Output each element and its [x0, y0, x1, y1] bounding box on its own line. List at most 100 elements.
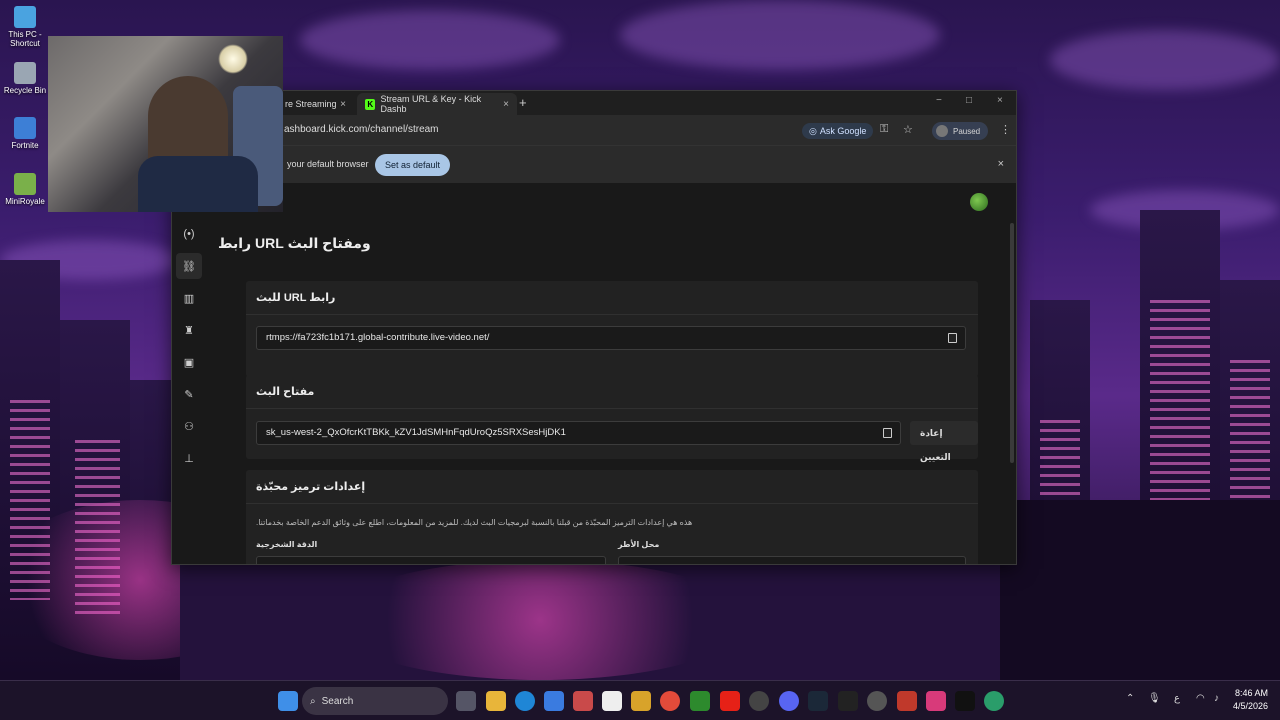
desktop-icon-label: Fortnite — [11, 141, 39, 150]
google-lens-icon: ◎ — [809, 125, 817, 136]
achievements-trophy-icon[interactable]: ♜ — [176, 317, 202, 343]
clock-time: 8:46 AM — [1234, 688, 1268, 698]
xbox-icon[interactable] — [602, 691, 622, 711]
paused-label: Paused — [953, 126, 981, 136]
ask-google-label: Ask Google — [819, 126, 867, 136]
taskbar: ⌕ Search ⌃ 🎙 ع ◠ ♪ 8:46 AM 4/5/2026 — [0, 680, 1280, 720]
microphone-icon[interactable]: 🎙 — [1148, 693, 1161, 704]
volume-icon[interactable]: ♪ — [1214, 693, 1219, 704]
desktop-icon-label: This PC - Shortcut — [8, 30, 42, 48]
monetization-icon[interactable]: ⊥ — [176, 445, 202, 471]
tab-streaming[interactable]: re Streaming × — [277, 93, 354, 115]
search-label: Search — [321, 695, 354, 707]
nvidia-icon[interactable] — [690, 691, 710, 711]
profile-paused-button[interactable]: Paused — [932, 122, 989, 140]
password-key-icon[interactable]: ⚿ — [880, 123, 888, 136]
streamer-body — [138, 156, 258, 212]
lamp — [218, 44, 248, 74]
bookmark-star-icon[interactable]: ☆ — [903, 123, 913, 136]
url-field[interactable]: ashboard.kick.com/channel/stream — [284, 124, 439, 135]
desktop-icon-label: Recycle Bin — [3, 86, 47, 95]
epic-games-icon[interactable] — [838, 691, 858, 711]
desktop-icon-label: MiniRoyale — [5, 197, 45, 206]
close-window-button[interactable]: × — [997, 95, 1003, 106]
obs-icon[interactable] — [867, 691, 887, 711]
fortnite-shortcut[interactable]: Fortnite — [0, 117, 50, 150]
taskbar-search[interactable]: ⌕ Search — [302, 687, 448, 715]
videos-icon[interactable]: ▣ — [176, 349, 202, 375]
resolution-field[interactable] — [256, 556, 606, 564]
card-header: للبث URL رابط — [246, 281, 978, 315]
dashboard-sidebar: (•) ⛓ ▥ ♜ ▣ ✎ ⚇ ⊥ — [176, 221, 202, 477]
app-icon[interactable] — [573, 691, 593, 711]
clock-date: 4/5/2026 — [1232, 701, 1268, 711]
chevron-up-icon[interactable]: ⌃ — [1126, 693, 1134, 704]
framerate-field[interactable] — [618, 556, 966, 564]
encoding-description: هذه هي إعدادات الترميز المحبّذة من قبلنا… — [256, 518, 693, 527]
profile-avatar — [936, 125, 948, 137]
tools-wrench-icon[interactable]: ✎ — [176, 381, 202, 407]
youtube-icon[interactable] — [720, 691, 740, 711]
maximize-button[interactable]: □ — [966, 95, 972, 106]
webcam-overlay — [48, 36, 283, 212]
computer-icon — [14, 6, 36, 28]
card-title: للبث URL رابط — [256, 292, 336, 304]
community-users-icon[interactable]: ⚇ — [176, 413, 202, 439]
tab-close-icon[interactable]: × — [340, 99, 346, 110]
taskbar-clock[interactable]: 8:46 AM 4/5/2026 — [1233, 687, 1268, 713]
wifi-icon[interactable]: ◠ — [1196, 693, 1205, 704]
file-explorer-icon[interactable] — [486, 691, 506, 711]
live-broadcast-icon[interactable]: (•) — [176, 221, 202, 247]
kick-dashboard-page: (•) ⛓ ▥ ♜ ▣ ✎ ⚇ ⊥ ومفتاح البث URL رابط ل… — [172, 183, 1016, 564]
app-icon[interactable] — [749, 691, 769, 711]
this-pc-shortcut[interactable]: This PC - Shortcut — [0, 6, 50, 48]
card-title: إعدادات ترميز محبّذة — [256, 481, 366, 493]
copy-icon[interactable] — [948, 333, 957, 343]
ask-google-button[interactable]: ◎ Ask Google — [802, 123, 874, 139]
recycle-bin[interactable]: Recycle Bin — [0, 62, 50, 95]
cloud — [300, 10, 560, 70]
miniroyale-shortcut[interactable]: MiniRoyale — [0, 173, 50, 206]
stream-url-value: rtmps://fa723fc1b171.global-contribute.l… — [266, 332, 490, 343]
app-icon[interactable] — [926, 691, 946, 711]
tab-kick-dashboard[interactable]: K Stream URL & Key - Kick Dashb × — [357, 93, 517, 115]
language-indicator[interactable]: ع — [1174, 693, 1180, 704]
stream-key-field[interactable]: sk_us-west-2_QxOfcrKtTBKk_kZV1JdSMHnFqdU… — [256, 421, 901, 445]
store-icon[interactable] — [544, 691, 564, 711]
menu-kebab-icon[interactable]: ⋮ — [1000, 123, 1011, 136]
stream-link-icon[interactable]: ⛓ — [176, 253, 202, 279]
discord-icon[interactable] — [779, 691, 799, 711]
page-scrollbar[interactable] — [1010, 223, 1014, 463]
search-icon: ⌕ — [310, 695, 316, 707]
tab-close-icon[interactable]: × — [503, 99, 509, 110]
app-icon[interactable] — [984, 691, 1004, 711]
steam-icon[interactable] — [808, 691, 828, 711]
new-tab-button[interactable]: + — [519, 95, 527, 110]
chrome-icon[interactable] — [660, 691, 680, 711]
stream-key-card: مفتاح البث sk_us-west-2_QxOfcrKtTBKk_kZV… — [246, 375, 978, 462]
analytics-icon[interactable]: ▥ — [176, 285, 202, 311]
stream-key-value: sk_us-west-2_QxOfcrKtTBKk_kZV1JdSMHnFqdU… — [266, 427, 566, 438]
copy-icon[interactable] — [883, 428, 892, 438]
widgets-icon[interactable] — [456, 691, 476, 711]
reset-key-button[interactable]: إعادة التعيين — [910, 421, 978, 462]
minimize-button[interactable]: − — [936, 95, 942, 106]
card-header: إعدادات ترميز محبّذة — [246, 470, 978, 504]
infobar-message: your default browser — [287, 159, 369, 169]
tab-label: Stream URL & Key - Kick Dashb — [380, 94, 482, 114]
set-as-default-button[interactable]: Set as default — [375, 154, 451, 176]
infobar-close-icon[interactable]: × — [998, 158, 1004, 170]
user-avatar[interactable] — [970, 193, 988, 211]
app-icon[interactable] — [631, 691, 651, 711]
framerate-label: محل الأطر — [618, 540, 660, 549]
address-bar: ashboard.kick.com/channel/stream ◎ Ask G… — [172, 115, 1016, 145]
windows-start-icon[interactable] — [278, 691, 298, 711]
resolution-label: الدقة الشخرجية — [256, 540, 318, 549]
stream-url-field[interactable]: rtmps://fa723fc1b171.global-contribute.l… — [256, 326, 966, 350]
edge-icon[interactable] — [515, 691, 535, 711]
tiktok-icon[interactable] — [955, 691, 975, 711]
encoding-settings-card: إعدادات ترميز محبّذة هذه هي إعدادات التر… — [246, 470, 978, 564]
cloud — [1050, 30, 1280, 90]
app-icon[interactable] — [897, 691, 917, 711]
card-title: مفتاح البث — [256, 386, 315, 398]
